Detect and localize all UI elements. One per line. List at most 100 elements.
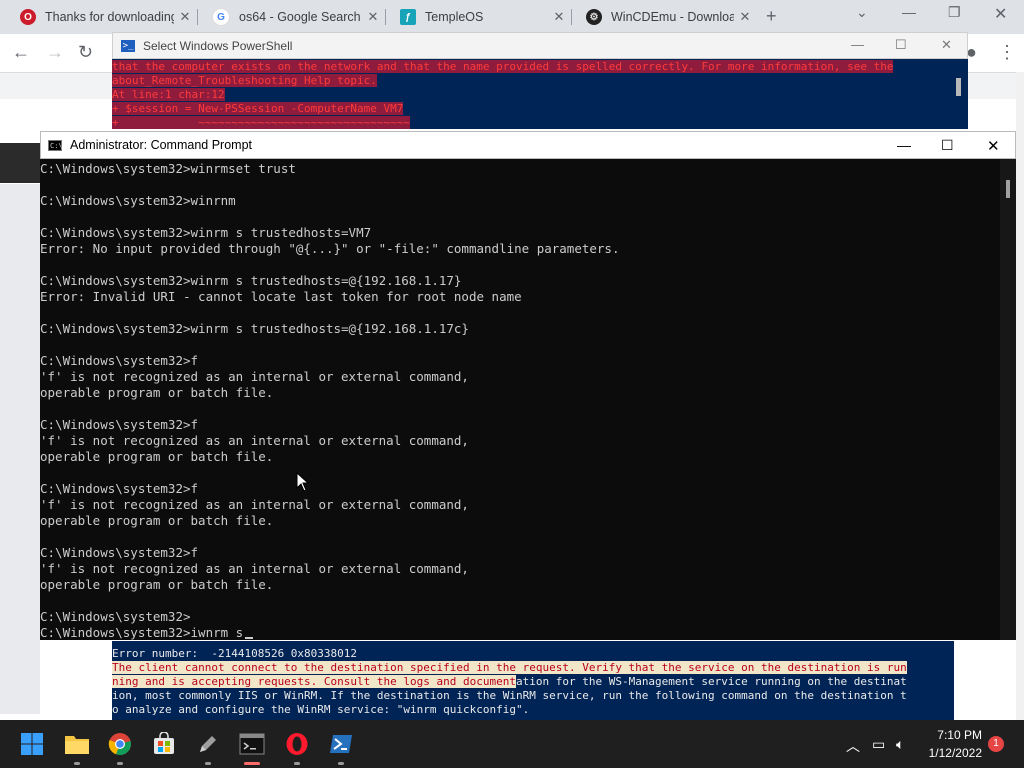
tab-search-chevron-icon[interactable]: ⌄: [856, 4, 868, 21]
console-line: Error: No input provided through "@{...}…: [40, 241, 620, 256]
clock-time[interactable]: 7:10 PM: [928, 728, 982, 742]
maximize-icon[interactable]: ☐: [895, 37, 907, 53]
tab-templeos[interactable]: ƒ TempleOS ✕: [386, 2, 570, 32]
opera-icon: [286, 733, 308, 755]
powershell-icon: [330, 735, 352, 753]
console-line: At line:1 char:12: [112, 88, 225, 101]
volume-icon[interactable]: 🔈︎: [896, 736, 904, 753]
console-line: C:\Windows\system32>winrnm: [40, 193, 236, 208]
wincdemu-icon: ⚙: [586, 9, 602, 25]
page-sidebar: [0, 184, 40, 714]
powershell-console[interactable]: that the computer exists on the network …: [112, 59, 968, 129]
console-line: C:\Windows\system32>f: [40, 545, 199, 560]
network-icon[interactable]: ▭: [872, 736, 885, 753]
pinned-app-button[interactable]: [192, 728, 224, 760]
folder-icon: [65, 736, 89, 754]
google-icon: G: [212, 8, 230, 26]
close-window-icon[interactable]: ✕: [994, 4, 1007, 24]
console-line: operable program or batch file.: [40, 449, 274, 464]
console-line: that the computer exists on the network …: [112, 60, 894, 73]
text-cursor: [245, 637, 254, 639]
close-icon[interactable]: ✕: [734, 9, 756, 25]
console-line: operable program or batch file.: [40, 385, 274, 400]
close-icon[interactable]: ✕: [174, 9, 196, 25]
cmd-scrollbar[interactable]: [1000, 159, 1016, 640]
console-line: 'f' is not recognized as an internal or …: [40, 433, 469, 448]
start-button[interactable]: [16, 728, 48, 760]
page-dark-block: [0, 143, 40, 183]
cmd-scrollbar-thumb[interactable]: [1006, 180, 1010, 198]
chrome-button[interactable]: [104, 728, 136, 760]
console-line: operable program or batch file.: [40, 513, 274, 528]
console-line: C:\Windows\system32>f: [40, 481, 199, 496]
console-line: C:\Windows\system32>winrmset trust: [40, 161, 296, 176]
console-line: 'f' is not recognized as an internal or …: [40, 561, 469, 576]
back-icon[interactable]: ←: [12, 42, 30, 63]
console-line: 'f' is not recognized as an internal or …: [40, 369, 469, 384]
console-line: C:\Windows\system32>f: [40, 417, 199, 432]
maximize-icon[interactable]: ☐: [941, 137, 954, 154]
running-indicator: [74, 762, 80, 765]
mouse-pointer-icon: [296, 472, 310, 492]
running-indicator: [338, 762, 344, 765]
tab-thanks-for-downloading[interactable]: O Thanks for downloading ✕: [6, 2, 196, 32]
console-line-selected: ning and is accepting requests. Consult …: [112, 675, 516, 688]
running-indicator: [117, 762, 123, 765]
notification-badge[interactable]: 1: [988, 736, 1004, 752]
running-indicator: [294, 762, 300, 765]
powershell-error-output[interactable]: Error number: -2144108526 0x80338012 The…: [112, 641, 954, 720]
console-line: C:\Windows\system32>f: [40, 353, 199, 368]
powershell-taskbar-button[interactable]: [325, 728, 357, 760]
console-line: C:\Windows\system32>: [40, 609, 191, 624]
console-line: 'f' is not recognized as an internal or …: [40, 497, 469, 512]
console-line: C:\Windows\system32>winrm s trustedhosts…: [40, 225, 372, 240]
close-icon[interactable]: ✕: [987, 137, 1000, 155]
tab-title: Thanks for downloading: [45, 10, 174, 24]
console-line: about_Remote_Troubleshooting Help topic.: [112, 74, 377, 87]
console-line: C:\Windows\system32>iwnrm s: [40, 625, 254, 640]
opera-icon: O: [20, 9, 36, 25]
store-button[interactable]: [148, 728, 180, 760]
opera-button[interactable]: [281, 728, 313, 760]
templeos-icon: ƒ: [400, 9, 416, 25]
console-line: Error: Invalid URI - cannot locate last …: [40, 289, 522, 304]
new-tab-button[interactable]: +: [766, 6, 777, 27]
console-line: C:\Windows\system32>winrm s trustedhosts…: [40, 321, 469, 336]
close-icon[interactable]: ✕: [548, 9, 570, 25]
microsoft-store-icon: [154, 732, 174, 754]
file-explorer-button[interactable]: [61, 728, 93, 760]
restore-icon[interactable]: ❐: [948, 4, 961, 21]
minimize-icon[interactable]: —: [851, 37, 864, 52]
powershell-titlebar[interactable]: >_ Select Windows PowerShell — ☐ ✕: [112, 32, 968, 59]
show-hidden-icons-chevron-icon[interactable]: ︿: [846, 736, 860, 756]
close-icon[interactable]: ✕: [941, 37, 952, 53]
running-indicator: [205, 762, 211, 765]
cmd-icon: C:\: [48, 139, 63, 151]
minimize-icon[interactable]: —: [897, 137, 911, 153]
tab-google-search[interactable]: G os64 - Google Search ✕: [198, 2, 384, 32]
close-icon[interactable]: ✕: [362, 9, 384, 25]
console-line: ion, most commonly IIS or WinRM. If the …: [112, 689, 907, 702]
active-indicator: [244, 762, 260, 765]
console-line: ation for the WS-Management service runn…: [515, 675, 907, 688]
page-scrollbar[interactable]: [1016, 72, 1024, 720]
powershell-scrollbar-thumb[interactable]: [956, 78, 961, 96]
reload-icon[interactable]: ↻: [78, 42, 93, 63]
minimize-icon[interactable]: —: [902, 4, 916, 20]
powershell-title: Select Windows PowerShell: [143, 38, 293, 53]
menu-icon[interactable]: ⋮: [998, 42, 1016, 63]
console-line: o analyze and configure the WinRM servic…: [112, 703, 530, 716]
tab-wincdemu[interactable]: ⚙ WinCDEmu - Download ✕: [572, 2, 756, 32]
powershell-icon: >_: [121, 39, 135, 52]
tab-title: os64 - Google Search: [239, 10, 361, 24]
pen-tool-icon: [200, 736, 216, 752]
console-line-selected: The client cannot connect to the destina…: [112, 661, 907, 674]
command-prompt-taskbar-button[interactable]: [236, 728, 268, 760]
forward-icon[interactable]: →: [46, 42, 64, 63]
cmd-console[interactable]: C:\Windows\system32>winrmset trust C:\Win…: [40, 159, 1000, 640]
cmd-titlebar[interactable]: C:\ Administrator: Command Prompt — ☐ ✕: [40, 131, 1016, 159]
chrome-icon: [108, 733, 131, 756]
console-line: + $session = New-PSSession -ComputerName…: [112, 102, 404, 115]
tab-title: TempleOS: [425, 10, 484, 24]
clock-date[interactable]: 1/12/2022: [928, 746, 982, 760]
